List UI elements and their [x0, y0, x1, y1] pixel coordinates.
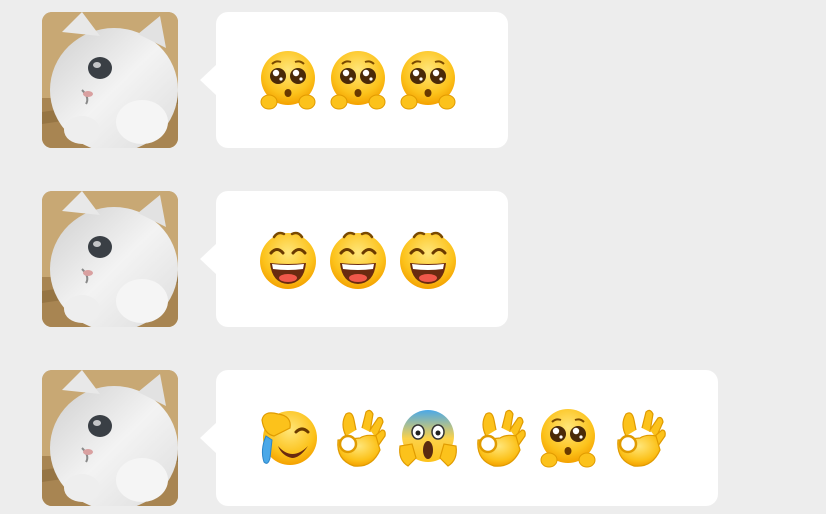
ok-hand-icon [477, 409, 526, 467]
pleading-face-icon [330, 51, 386, 110]
avatar[interactable] [42, 191, 178, 327]
pleading-face-icon [260, 51, 316, 110]
message-bubble[interactable] [200, 12, 508, 148]
message-bubble[interactable] [200, 370, 718, 506]
chat-area [0, 0, 826, 514]
screaming-face-icon [399, 410, 457, 467]
message-bubble[interactable] [200, 191, 508, 327]
ok-hand-icon [617, 409, 666, 467]
grinning-face-icon [330, 231, 386, 289]
message-row [0, 0, 826, 148]
grinning-face-icon [260, 231, 316, 289]
avatar[interactable] [42, 370, 178, 506]
cat-photo-icon [42, 370, 178, 506]
ok-hand-icon [337, 409, 386, 467]
pleading-face-icon [400, 51, 456, 110]
message-row [0, 358, 826, 506]
pleading-face-icon [540, 409, 596, 468]
avatar[interactable] [42, 12, 178, 148]
face-palm-laugh-icon [261, 411, 317, 465]
cat-photo-icon [42, 12, 178, 148]
cat-photo-icon [42, 191, 178, 327]
grinning-face-icon [400, 231, 456, 289]
message-row [0, 179, 826, 327]
